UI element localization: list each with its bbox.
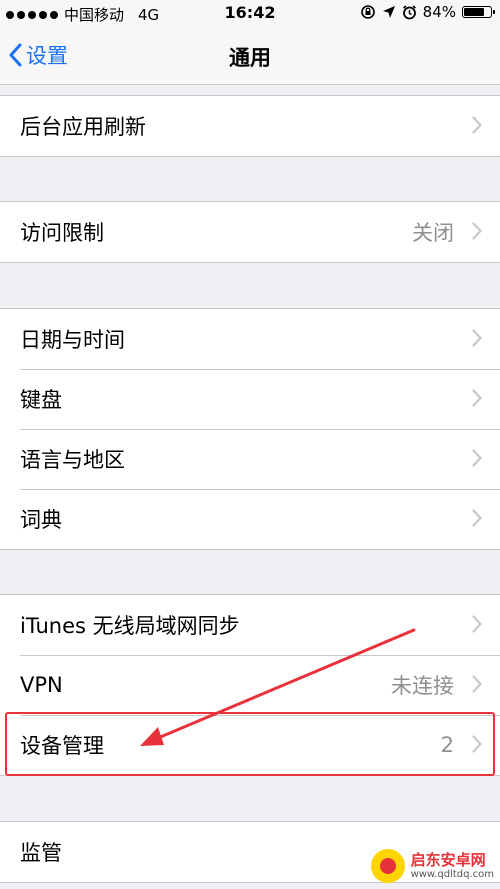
status-bar: 中国移动 4G 16:42 84%: [0, 0, 500, 28]
row-language-region[interactable]: 语言与地区: [0, 429, 500, 489]
rotation-lock-icon: [360, 5, 375, 19]
row-date-time[interactable]: 日期与时间: [0, 309, 500, 369]
chevron-right-icon: [472, 329, 482, 347]
settings-group-background-refresh: 后台应用刷新: [0, 95, 500, 157]
chevron-right-icon: [472, 222, 482, 240]
watermark-logo-icon: [370, 849, 405, 883]
row-label: iTunes 无线局域网同步: [20, 614, 240, 638]
chevron-right-icon: [472, 675, 482, 693]
row-value: 未连接: [391, 674, 454, 698]
row-label: 后台应用刷新: [20, 115, 146, 139]
row-label: 键盘: [20, 388, 62, 412]
settings-group-locale: 日期与时间 键盘 语言与地区 词典: [0, 308, 500, 550]
row-vpn[interactable]: VPN 未连接: [0, 655, 500, 715]
page-title: 通用: [229, 46, 271, 70]
alarm-icon: [402, 4, 416, 19]
row-value: 2: [440, 733, 454, 757]
chevron-right-icon: [472, 449, 482, 467]
row-dictionary[interactable]: 词典: [0, 489, 500, 549]
row-device-management[interactable]: 设备管理 2: [0, 715, 500, 775]
row-label: 设备管理: [20, 734, 104, 758]
row-label: 日期与时间: [20, 328, 125, 352]
settings-group-sync-vpn: iTunes 无线局域网同步 VPN 未连接 设备管理 2: [0, 594, 500, 776]
settings-group-restrictions: 访问限制 关闭: [0, 201, 500, 263]
row-value: 关闭: [412, 221, 454, 245]
row-keyboard[interactable]: 键盘: [0, 369, 500, 429]
row-label: 语言与地区: [20, 448, 125, 472]
chevron-right-icon: [472, 615, 482, 633]
row-restrictions[interactable]: 访问限制 关闭: [0, 202, 500, 262]
row-label: VPN: [20, 673, 63, 697]
watermark: 启东安卓网 www.qdltdq.com: [370, 849, 494, 883]
row-label: 访问限制: [20, 221, 104, 245]
battery-percent: 84%: [422, 3, 456, 21]
row-label: 词典: [20, 508, 62, 532]
chevron-right-icon: [472, 735, 482, 753]
watermark-url: www.qdltdq.com: [410, 868, 494, 880]
watermark-title: 启东安卓网: [410, 851, 486, 870]
location-icon: [382, 6, 395, 18]
chevron-right-icon: [472, 116, 482, 134]
chevron-right-icon: [472, 389, 482, 407]
battery-fill: [464, 8, 484, 16]
row-background-app-refresh[interactable]: 后台应用刷新: [0, 96, 500, 156]
battery-icon: [462, 6, 495, 18]
navigation-bar: 设置 通用: [0, 28, 500, 85]
chevron-right-icon: [472, 509, 482, 527]
row-itunes-wifi-sync[interactable]: iTunes 无线局域网同步: [0, 595, 500, 655]
row-label: 监管: [20, 841, 62, 865]
